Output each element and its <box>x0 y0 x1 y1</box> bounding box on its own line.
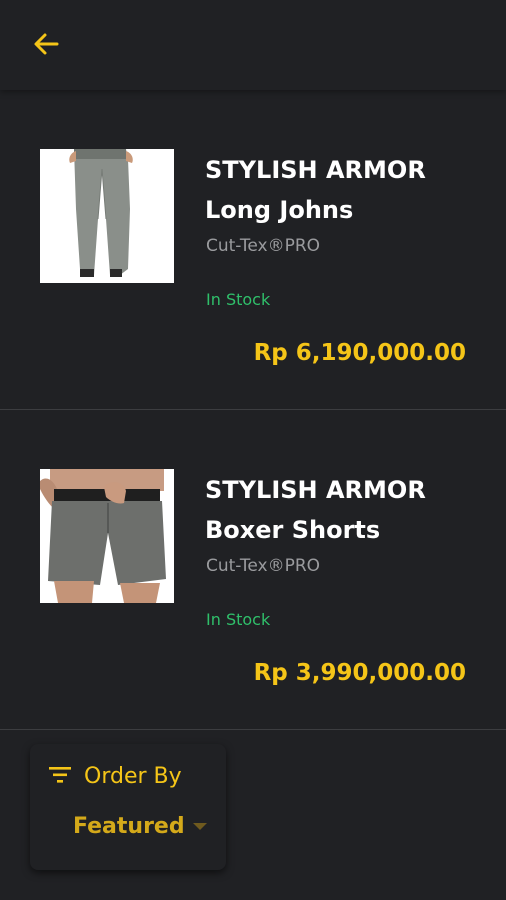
product-card[interactable]: STYLISH ARMOR Long Johns Cut-Tex®PRO In … <box>0 90 506 410</box>
product-price: Rp 3,990,000.00 <box>253 660 466 686</box>
product-title-line2: Long Johns <box>205 196 354 224</box>
caret-down-icon <box>192 823 207 830</box>
app-screen: STYLISH ARMOR Long Johns Cut-Tex®PRO In … <box>0 0 506 900</box>
product-image <box>40 469 174 603</box>
stock-status: In Stock <box>206 610 271 629</box>
order-by-label: Order By <box>84 764 182 789</box>
product-title-line1: STYLISH ARMOR <box>205 156 426 184</box>
product-price: Rp 6,190,000.00 <box>253 340 466 366</box>
product-card[interactable]: STYLISH ARMOR Boxer Shorts Cut-Tex®PRO I… <box>0 410 506 730</box>
product-title: STYLISH ARMOR Boxer Shorts <box>205 470 485 550</box>
order-by-select[interactable]: Featured <box>73 814 207 839</box>
product-list: STYLISH ARMOR Long Johns Cut-Tex®PRO In … <box>0 90 506 730</box>
back-button[interactable] <box>28 28 64 64</box>
arrow-left-icon <box>31 29 61 63</box>
product-brand: Cut-Tex®PRO <box>206 236 321 256</box>
product-title-line1: STYLISH ARMOR <box>205 476 426 504</box>
stock-status: In Stock <box>206 290 271 309</box>
product-title-line2: Boxer Shorts <box>205 516 381 544</box>
filter-icon <box>48 765 72 789</box>
order-by-panel: Order By Featured <box>30 744 226 870</box>
product-image <box>40 149 174 283</box>
top-bar <box>0 0 506 90</box>
product-brand: Cut-Tex®PRO <box>206 556 321 576</box>
order-by-header: Order By <box>48 764 182 789</box>
order-by-value: Featured <box>73 814 185 839</box>
product-title: STYLISH ARMOR Long Johns <box>205 150 485 230</box>
